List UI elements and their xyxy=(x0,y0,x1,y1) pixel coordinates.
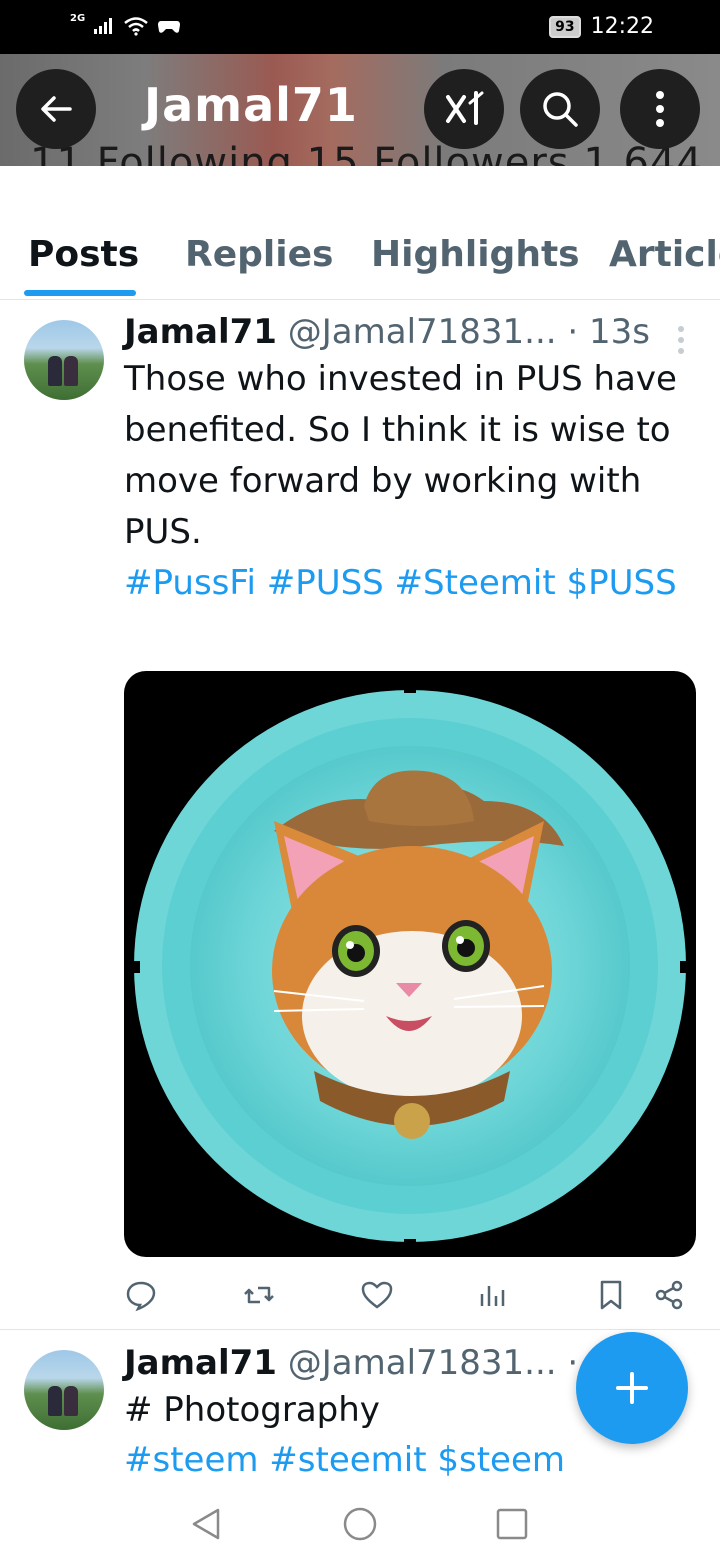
network-type: 2G xyxy=(70,12,86,24)
back-arrow-icon xyxy=(41,96,72,122)
post-meta: Jamal71 @Jamal71831... · 13s xyxy=(124,312,650,352)
status-left: 2G xyxy=(70,12,181,36)
status-bar: 2G 93 12:22 xyxy=(0,0,720,54)
post-text: Those who invested in PUS have benefited… xyxy=(124,359,677,552)
compose-post-button[interactable] xyxy=(576,1332,688,1444)
search-icon xyxy=(543,92,578,127)
page-title: Jamal71 xyxy=(144,78,358,132)
nav-home-icon[interactable] xyxy=(340,1504,380,1544)
post-actions xyxy=(124,1278,690,1312)
grok-icon xyxy=(446,91,484,125)
nav-recents-icon[interactable] xyxy=(492,1504,532,1544)
plus-icon xyxy=(616,1372,648,1404)
post-hashtags[interactable]: #steem #steemit $steem xyxy=(124,1435,684,1486)
profile-header: 11 Following 15 Followers 1,644 posts Ja… xyxy=(0,54,720,166)
tab-articles[interactable]: Article xyxy=(609,234,720,275)
tab-posts[interactable]: Posts xyxy=(28,234,139,275)
reply-icon[interactable] xyxy=(124,1278,158,1312)
views-icon[interactable] xyxy=(476,1278,510,1312)
repost-icon[interactable] xyxy=(242,1278,276,1312)
header-stats-ghost: 11 Following 15 Followers 1,644 posts xyxy=(30,140,720,166)
share-icon[interactable] xyxy=(652,1278,686,1312)
post-image[interactable] xyxy=(124,671,696,1257)
post-hashtags[interactable]: #PussFi #PUSS #Steemit $PUSS xyxy=(124,558,684,609)
avatar[interactable] xyxy=(24,320,104,400)
like-icon[interactable] xyxy=(360,1278,394,1312)
more-vertical-icon xyxy=(656,91,664,127)
bookmark-icon[interactable] xyxy=(594,1278,628,1312)
tab-highlights[interactable]: Highlights xyxy=(371,234,580,275)
active-tab-indicator xyxy=(24,290,136,296)
more-options-button[interactable] xyxy=(620,69,700,149)
handle[interactable]: @Jamal71831... xyxy=(288,1343,557,1383)
display-name[interactable]: Jamal71 xyxy=(124,1343,277,1383)
tab-replies[interactable]: Replies xyxy=(185,234,333,275)
cat-coin-illustration xyxy=(130,683,690,1249)
nav-back-icon[interactable] xyxy=(186,1504,226,1544)
post-time: · 13s xyxy=(567,312,651,352)
wifi-icon xyxy=(124,17,148,36)
clock: 12:22 xyxy=(590,14,654,39)
profile-tabs: Posts Replies Highlights Article xyxy=(0,166,720,300)
display-name[interactable]: Jamal71 xyxy=(124,312,277,352)
handle[interactable]: @Jamal71831... xyxy=(288,312,557,352)
grok-button[interactable] xyxy=(424,69,504,149)
battery-indicator: 93 xyxy=(549,15,581,38)
post-more-button[interactable] xyxy=(678,326,686,354)
avatar[interactable] xyxy=(24,1350,104,1430)
post-card[interactable]: Jamal71 @Jamal71831... · 13s Those who i… xyxy=(0,300,720,1330)
signal-icon xyxy=(94,18,113,34)
search-button[interactable] xyxy=(520,69,600,149)
status-right: 93 12:22 xyxy=(549,14,654,39)
back-button[interactable] xyxy=(16,69,96,149)
system-nav-bar xyxy=(0,1492,720,1560)
post-meta: Jamal71 @Jamal71831... · xyxy=(124,1343,578,1383)
gamepad-icon xyxy=(158,21,181,33)
